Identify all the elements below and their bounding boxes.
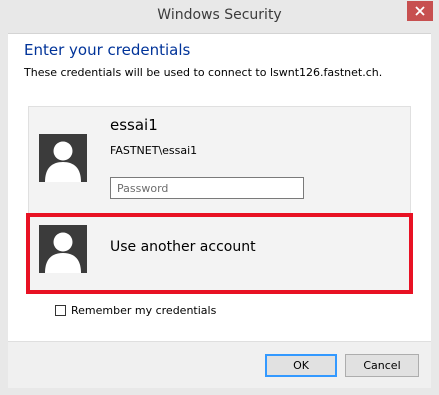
account-tiles: essai1 FASTNET\essai1 Use another accoun… (28, 106, 411, 292)
account-domain-user: FASTNET\essai1 (110, 144, 198, 157)
remember-credentials-checkbox[interactable] (55, 305, 66, 316)
windows-security-dialog: Windows Security Enter your credentials … (0, 0, 439, 395)
user-silhouette-icon (39, 134, 87, 182)
dialog-heading: Enter your credentials (24, 41, 191, 59)
remember-credentials-option[interactable]: Remember my credentials (55, 304, 216, 317)
cancel-button[interactable]: Cancel (345, 354, 419, 377)
dialog-footer: OK Cancel (8, 341, 431, 388)
dialog-subtext: These credentials will be used to connec… (24, 66, 383, 79)
use-another-account-tile[interactable]: Use another account (29, 215, 410, 291)
dialog-content: Enter your credentials These credentials… (8, 33, 431, 388)
ok-button[interactable]: OK (265, 354, 337, 377)
close-icon (415, 6, 425, 16)
user-silhouette-icon (39, 225, 87, 273)
window-title: Windows Security (157, 7, 282, 23)
password-input[interactable] (110, 177, 304, 199)
account-tile-essai1[interactable]: essai1 FASTNET\essai1 (29, 107, 410, 215)
use-another-account-label: Use another account (110, 239, 256, 255)
account-username: essai1 (110, 116, 158, 134)
title-bar[interactable]: Windows Security (0, 0, 439, 33)
close-button[interactable] (407, 1, 433, 21)
remember-credentials-label: Remember my credentials (71, 304, 217, 317)
